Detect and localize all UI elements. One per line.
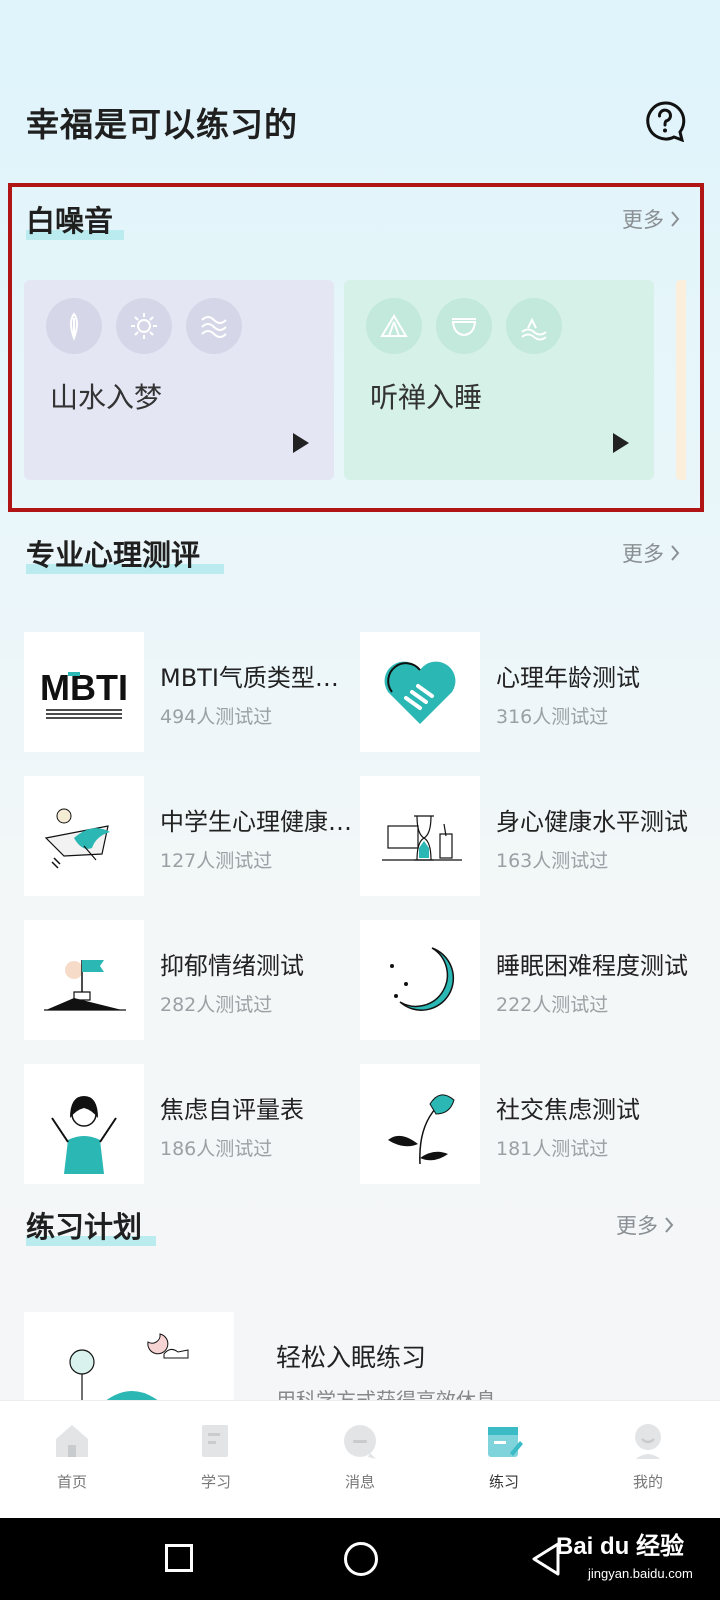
message-icon <box>344 1425 376 1459</box>
plan-title: 练习计划 <box>26 1204 156 1246</box>
home-icon <box>56 1425 88 1457</box>
noise-card-shanshui[interactable]: 山水入梦 <box>24 280 334 480</box>
baidu-watermark: Bai du 经验 <box>556 1533 685 1560</box>
test-count: 222人测试过 <box>496 994 609 1016</box>
plan-item-title[interactable]: 轻松入眠练习 <box>276 1338 426 1374</box>
sun-icon <box>116 298 172 354</box>
white-noise-title: 白噪音 <box>26 198 124 240</box>
test-name: 心理年龄测试 <box>496 664 640 692</box>
test-count: 127人测试过 <box>160 850 273 872</box>
test-count: 181人测试过 <box>496 1138 609 1160</box>
test-item-social-anxiety[interactable]: 社交焦虑测试 181人测试过 <box>360 1064 690 1184</box>
mbti-logo-text: MBTI <box>40 667 128 708</box>
sleep-scene-icon <box>69 1333 189 1402</box>
tab-label: 首页 <box>56 1473 87 1491</box>
test-count: 316人测试过 <box>496 706 609 728</box>
test-name: 焦虑自评量表 <box>160 1096 304 1124</box>
practice-icon <box>488 1427 523 1457</box>
recents-button[interactable] <box>165 1544 193 1572</box>
test-item-anxiety[interactable]: 焦虑自评量表 186人测试过 <box>24 1064 354 1184</box>
tab-label: 我的 <box>632 1473 663 1491</box>
bottom-tab-bar: 首页 学习 消息 练习 我的 <box>0 1400 720 1518</box>
water-icon <box>506 298 562 354</box>
noise-card-label: 听禅入睡 <box>370 381 483 414</box>
tab-label: 消息 <box>344 1473 375 1491</box>
plan-more-link[interactable]: 更多 <box>616 1210 674 1240</box>
play-icon[interactable] <box>612 432 630 454</box>
test-name: 睡眠困难程度测试 <box>496 952 688 980</box>
test-count: 282人测试过 <box>160 994 273 1016</box>
test-item-middle-school[interactable]: 中学生心理健康测试 127人测试过 <box>24 776 360 896</box>
test-item-mbti[interactable]: MBTI MBTI气质类型测试 494人测试过 <box>24 632 360 752</box>
tab-messages[interactable]: 消息 <box>288 1401 432 1518</box>
test-name: 社交焦虑测试 <box>496 1096 640 1124</box>
page-title: 幸福是可以练习的 <box>26 105 298 144</box>
chevron-right-icon <box>671 545 680 561</box>
test-name: 中学生心理健康测试 <box>160 808 360 836</box>
book-icon <box>202 1425 228 1457</box>
feather-icon <box>46 298 102 354</box>
person-illustration-icon <box>24 1064 144 1184</box>
test-name: MBTI气质类型测试 <box>160 664 360 692</box>
tab-home[interactable]: 首页 <box>0 1401 144 1518</box>
chevron-right-icon <box>665 1217 674 1233</box>
tab-study[interactable]: 学习 <box>144 1401 288 1518</box>
crescent-moon-icon <box>360 920 480 1040</box>
tab-label: 练习 <box>488 1473 519 1491</box>
tab-label: 学习 <box>200 1473 231 1491</box>
noise-card-label: 山水入梦 <box>50 381 163 414</box>
plan-thumbnail[interactable] <box>24 1312 234 1402</box>
test-item-depression[interactable]: 抑郁情绪测试 282人测试过 <box>24 920 354 1040</box>
home-button[interactable] <box>344 1542 378 1576</box>
noise-card-partial[interactable] <box>676 280 686 480</box>
tests-more-link[interactable]: 更多 <box>622 538 680 568</box>
question-bubble-icon[interactable] <box>644 100 686 142</box>
hourglass-desk-icon <box>360 776 480 896</box>
test-count: 163人测试过 <box>496 850 609 872</box>
bird-illustration-icon <box>24 776 144 896</box>
tab-practice[interactable]: 练习 <box>432 1401 576 1518</box>
play-icon[interactable] <box>292 432 310 454</box>
test-item-body-mind[interactable]: 身心健康水平测试 163人测试过 <box>360 776 690 896</box>
wave-icon <box>186 298 242 354</box>
bowl-icon <box>436 298 492 354</box>
baidu-watermark-url: jingyan.baidu.com <box>588 1566 693 1581</box>
tab-profile[interactable]: 我的 <box>576 1401 720 1518</box>
test-count: 186人测试过 <box>160 1138 273 1160</box>
flower-icon <box>360 1064 480 1184</box>
test-name: 抑郁情绪测试 <box>160 952 304 980</box>
tests-title: 专业心理测评 <box>26 532 224 574</box>
test-count: 494人测试过 <box>160 706 273 728</box>
tent-icon <box>366 298 422 354</box>
handshake-heart-icon <box>360 632 480 752</box>
test-item-mental-age[interactable]: 心理年龄测试 316人测试过 <box>360 632 690 752</box>
mbti-thumbnail: MBTI <box>24 632 144 752</box>
flag-mountain-icon <box>24 920 144 1040</box>
test-name: 身心健康水平测试 <box>496 808 688 836</box>
test-item-sleep[interactable]: 睡眠困难程度测试 222人测试过 <box>360 920 690 1040</box>
chevron-right-icon <box>671 211 680 227</box>
profile-icon <box>635 1424 661 1459</box>
noise-card-tingchan[interactable]: 听禅入睡 <box>344 280 654 480</box>
white-noise-more-link[interactable]: 更多 <box>622 204 680 234</box>
